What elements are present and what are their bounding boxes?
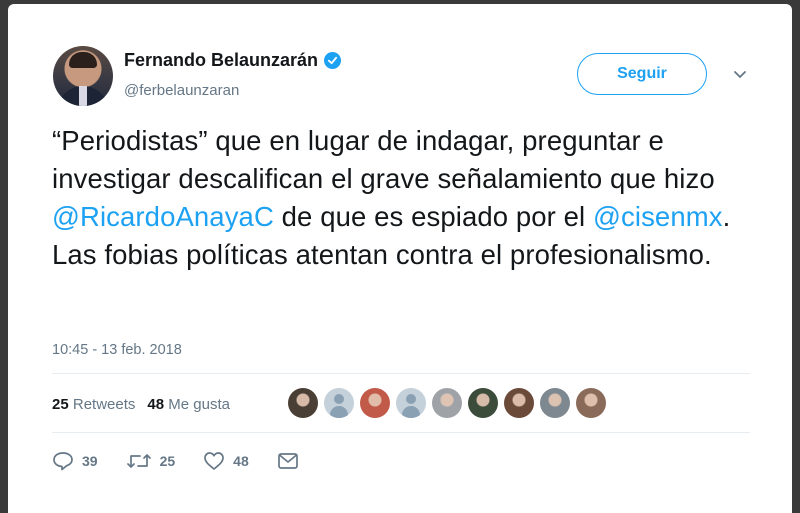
reply-count: 39 — [82, 453, 98, 469]
liker-avatar[interactable] — [288, 388, 318, 418]
retweet-button[interactable]: 25 — [126, 451, 176, 471]
mention-link[interactable]: @cisenmx — [593, 201, 723, 232]
retweets-label: Retweets — [72, 396, 136, 413]
engagement-stats: 25 Retweets 48 Me gusta — [52, 396, 242, 413]
likes-stat[interactable]: 48 Me gusta — [147, 396, 230, 413]
liker-avatar[interactable] — [324, 388, 354, 418]
author-name-row: Fernando Belaunzarán — [124, 50, 342, 71]
like-count: 48 — [233, 453, 249, 469]
author-avatar[interactable] — [53, 46, 113, 106]
author-name[interactable]: Fernando Belaunzarán — [124, 50, 318, 71]
chevron-down-icon[interactable] — [732, 66, 748, 82]
liker-avatar[interactable] — [576, 388, 606, 418]
liker-avatar[interactable] — [468, 388, 498, 418]
divider-top — [52, 373, 750, 374]
tweet-text: “Periodistas” que en lugar de indagar, p… — [52, 122, 772, 274]
divider-bottom — [52, 432, 750, 433]
envelope-icon — [277, 453, 298, 469]
liker-avatar[interactable] — [540, 388, 570, 418]
liker-avatar[interactable] — [396, 388, 426, 418]
retweet-count: 25 — [159, 453, 176, 469]
likes-label: Me gusta — [168, 396, 230, 413]
author-handle[interactable]: @ferbelaunzaran — [124, 82, 239, 99]
liker-avatar[interactable] — [432, 388, 462, 418]
likers-avatars — [288, 388, 612, 418]
mention-link[interactable]: @RicardoAnayaC — [52, 201, 274, 232]
reply-button[interactable]: 39 — [52, 451, 98, 471]
like-button[interactable]: 48 — [203, 451, 249, 471]
tweet-text-segment: “Periodistas” que en lugar de indagar, p… — [52, 125, 715, 194]
retweets-count: 25 — [52, 396, 69, 413]
heart-icon — [204, 452, 225, 470]
retweet-icon — [126, 454, 151, 468]
liker-avatar[interactable] — [360, 388, 390, 418]
reply-icon — [53, 452, 73, 471]
verified-badge-icon — [324, 52, 342, 69]
retweets-stat[interactable]: 25 Retweets — [52, 396, 135, 413]
direct-message-button[interactable] — [277, 452, 307, 470]
tweet-timestamp[interactable]: 10:45 - 13 feb. 2018 — [52, 342, 182, 358]
follow-button[interactable]: Seguir — [577, 53, 707, 95]
avatar-shirt — [79, 86, 87, 106]
tweet-actions: 39 25 48 — [52, 451, 335, 471]
liker-avatar[interactable] — [504, 388, 534, 418]
avatar-hair — [69, 52, 97, 68]
tweet-text-segment: de que es espiado por el — [273, 201, 593, 232]
tweet-card: Fernando Belaunzarán @ferbelaunzaran Seg… — [8, 4, 792, 513]
likes-count: 48 — [147, 396, 165, 413]
